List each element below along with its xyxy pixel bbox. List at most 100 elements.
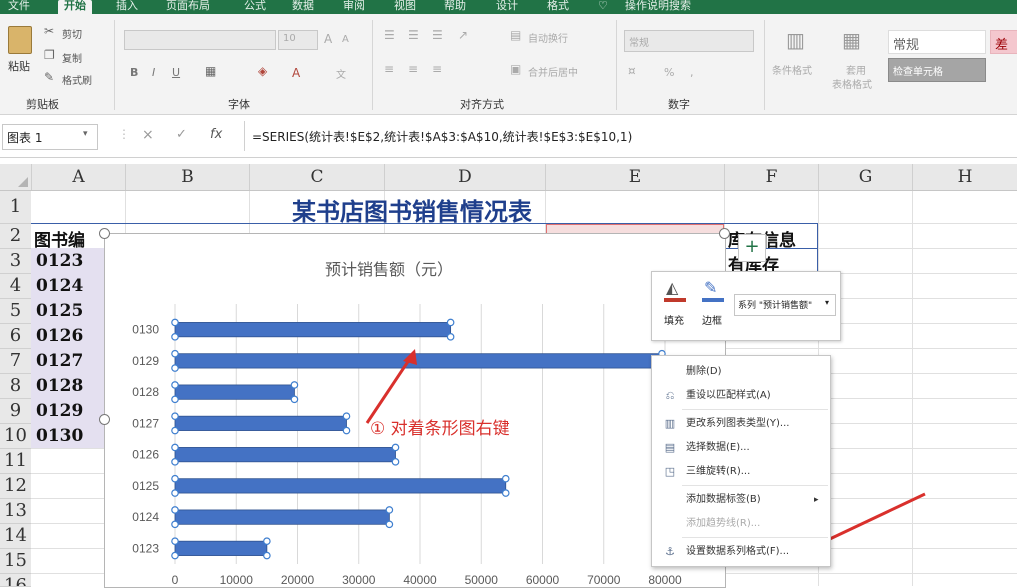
- align-right-icon[interactable]: ≡: [432, 62, 442, 76]
- cell-book-id[interactable]: 0123: [36, 251, 83, 271]
- chart-bar[interactable]: [174, 384, 295, 400]
- menu-item-select-data[interactable]: ▤ 选择数据(E)...: [652, 436, 830, 460]
- row-header[interactable]: 14: [0, 524, 31, 549]
- column-header-c[interactable]: C: [250, 164, 385, 190]
- cell-a2[interactable]: 图书编: [34, 226, 85, 251]
- merge-center-button[interactable]: 合并后居中: [528, 64, 578, 79]
- row-header[interactable]: 6: [0, 324, 31, 349]
- sheet-title[interactable]: 某书店图书销售情况表: [292, 192, 532, 227]
- grow-font-button[interactable]: A: [324, 32, 332, 46]
- cut-button[interactable]: 剪切: [62, 26, 82, 41]
- align-top-icon[interactable]: ☰: [384, 28, 395, 42]
- row-header[interactable]: 16: [0, 574, 31, 587]
- menu-item-add-data-labels[interactable]: 添加数据标签(B) ▸: [652, 488, 830, 512]
- fill-button[interactable]: 填充: [664, 312, 684, 327]
- menu-item-format-series[interactable]: ⚓ 设置数据系列格式(F)...: [652, 540, 830, 564]
- menu-item-change-chart-type[interactable]: ▥ 更改系列图表类型(Y)...: [652, 412, 830, 436]
- menu-item-delete[interactable]: 删除(D): [652, 360, 830, 384]
- enter-formula-button[interactable]: ✓: [176, 127, 187, 142]
- table-format-button[interactable]: 套用: [846, 62, 866, 77]
- row-header[interactable]: 10: [0, 424, 31, 449]
- format-painter-button[interactable]: 格式刷: [62, 72, 92, 87]
- italic-button[interactable]: I: [152, 66, 155, 79]
- row-header[interactable]: 4: [0, 274, 31, 299]
- tab-view[interactable]: 视图: [394, 0, 416, 14]
- column-header-e[interactable]: E: [546, 164, 725, 190]
- fill-bucket-icon[interactable]: ◭: [666, 278, 678, 297]
- chart-elements-button[interactable]: +: [738, 234, 766, 262]
- cell-book-id[interactable]: 0129: [36, 401, 83, 421]
- tab-design[interactable]: 设计: [496, 0, 518, 14]
- orientation-icon[interactable]: ↗: [458, 28, 468, 42]
- row-header[interactable]: 7: [0, 349, 31, 374]
- wrap-text-button[interactable]: 自动换行: [528, 30, 568, 45]
- bold-button[interactable]: B: [130, 66, 138, 79]
- tell-me-search[interactable]: 操作说明搜索: [625, 0, 691, 14]
- cell-book-id[interactable]: 0130: [36, 426, 83, 446]
- series-dropdown-icon[interactable]: ▾: [825, 298, 830, 307]
- tab-insert[interactable]: 插入: [116, 0, 138, 14]
- underline-button[interactable]: U: [172, 66, 180, 79]
- tab-page-layout[interactable]: 页面布局: [166, 0, 210, 14]
- conditional-format-button[interactable]: 条件格式: [772, 62, 812, 77]
- chart-resize-handle[interactable]: [99, 228, 110, 239]
- cell-book-id[interactable]: 0126: [36, 326, 83, 346]
- font-color-button[interactable]: A: [292, 66, 300, 80]
- chart-resize-handle[interactable]: [719, 228, 730, 239]
- row-header[interactable]: 1: [0, 191, 31, 224]
- formula-input[interactable]: =SERIES(统计表!$E$2,统计表!$A$3:$A$10,统计表!$E$3…: [252, 128, 632, 145]
- outline-pen-icon[interactable]: ✎: [704, 278, 717, 297]
- tab-home[interactable]: 开始: [58, 0, 92, 14]
- cell-book-id[interactable]: 0124: [36, 276, 83, 296]
- cancel-formula-button[interactable]: ×: [142, 127, 154, 143]
- select-all-corner[interactable]: [0, 164, 32, 190]
- insert-function-button[interactable]: fx: [210, 127, 222, 142]
- outline-button[interactable]: 边框: [702, 312, 722, 327]
- row-header[interactable]: 9: [0, 399, 31, 424]
- column-header-g[interactable]: G: [819, 164, 913, 190]
- row-header[interactable]: 8: [0, 374, 31, 399]
- column-header-d[interactable]: D: [385, 164, 546, 190]
- row-header[interactable]: 11: [0, 449, 31, 474]
- series-select[interactable]: 系列 "预计销售额" ▾: [734, 294, 836, 316]
- align-center-icon[interactable]: ≡: [408, 62, 418, 76]
- number-format-select[interactable]: 常规: [624, 30, 754, 52]
- fill-color-icon[interactable]: ◈: [258, 64, 267, 78]
- font-size-select[interactable]: 10: [278, 30, 318, 50]
- cell-book-id[interactable]: 0127: [36, 351, 83, 371]
- tab-format[interactable]: 格式: [547, 0, 569, 14]
- tab-review[interactable]: 审阅: [343, 0, 365, 14]
- phonetic-button[interactable]: 文: [336, 66, 346, 81]
- name-box-dropdown-icon[interactable]: ▾: [83, 129, 88, 139]
- row-header[interactable]: 12: [0, 474, 31, 499]
- column-header-f[interactable]: F: [725, 164, 819, 190]
- align-bottom-icon[interactable]: ☰: [432, 28, 443, 42]
- borders-icon[interactable]: ▦: [205, 64, 216, 78]
- chart-bar[interactable]: [174, 509, 390, 525]
- chart-bar[interactable]: [174, 447, 396, 463]
- chart-resize-handle[interactable]: [99, 414, 110, 425]
- align-middle-icon[interactable]: ☰: [408, 28, 419, 42]
- menu-item-add-trendline[interactable]: 添加趋势线(R)...: [652, 512, 830, 536]
- tab-data[interactable]: 数据: [292, 0, 314, 14]
- paste-icon[interactable]: [8, 26, 32, 54]
- tab-formulas[interactable]: 公式: [244, 0, 266, 14]
- menu-item-reset-style[interactable]: ⎌ 重设以匹配样式(A): [652, 384, 830, 408]
- cell-book-id[interactable]: 0125: [36, 301, 83, 321]
- chart-bar[interactable]: [174, 322, 452, 338]
- style-bad[interactable]: 差: [990, 30, 1017, 54]
- row-header[interactable]: 2: [0, 224, 31, 249]
- column-header-a[interactable]: A: [32, 164, 126, 190]
- style-normal[interactable]: 常规: [888, 30, 986, 54]
- row-header[interactable]: 15: [0, 549, 31, 574]
- tab-help[interactable]: 帮助: [444, 0, 466, 14]
- font-name-select[interactable]: [124, 30, 276, 50]
- comma-button[interactable]: ,: [690, 66, 694, 79]
- align-left-icon[interactable]: ≡: [384, 62, 394, 76]
- tab-file[interactable]: 文件: [8, 0, 30, 14]
- row-header[interactable]: 13: [0, 499, 31, 524]
- menu-item-3d-rotation[interactable]: ◳ 三维旋转(R)...: [652, 460, 830, 484]
- chart-bar[interactable]: [174, 415, 347, 431]
- cell-book-id[interactable]: 0128: [36, 376, 83, 396]
- row-header[interactable]: 3: [0, 249, 31, 274]
